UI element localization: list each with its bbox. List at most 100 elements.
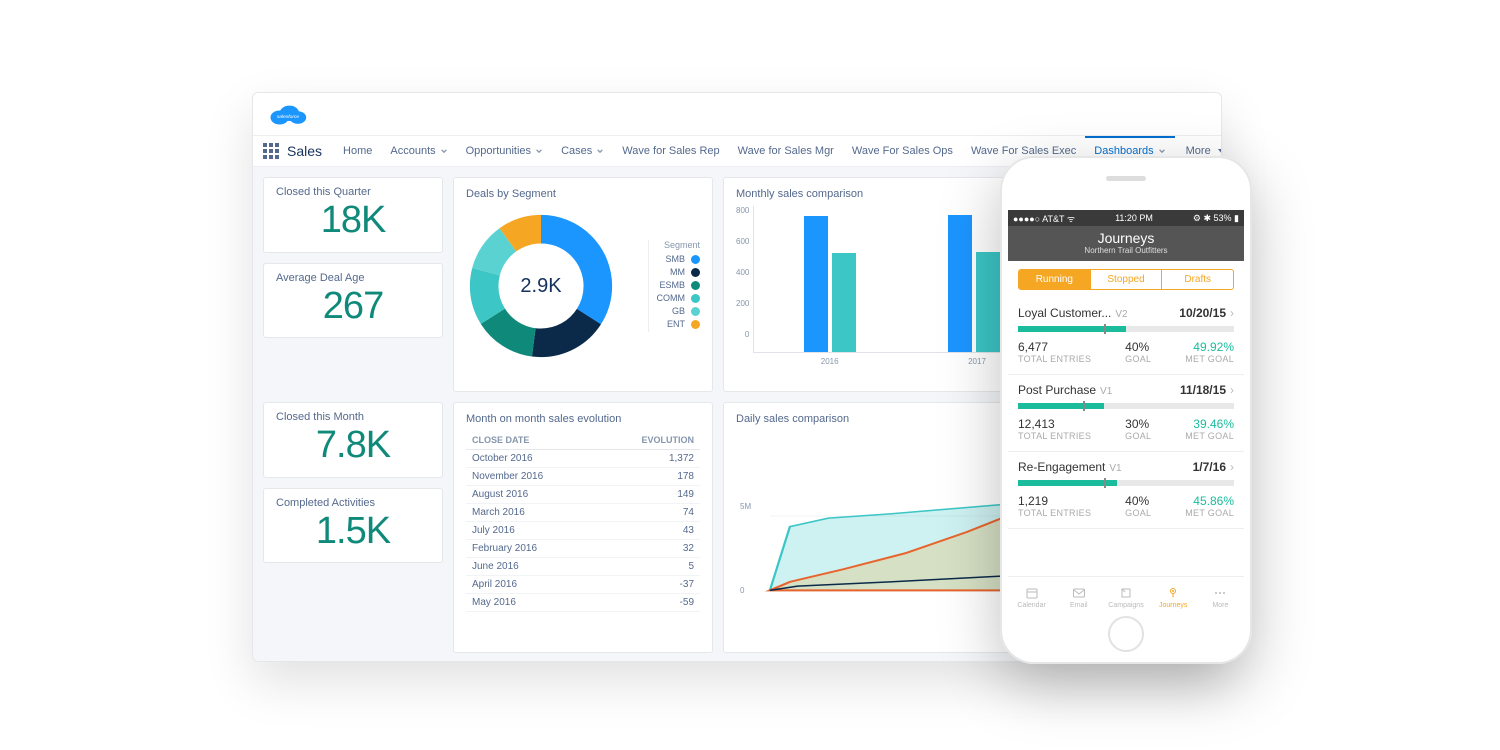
chevron-down-icon <box>440 147 448 155</box>
table-row[interactable]: July 201643 <box>466 522 700 540</box>
table-row[interactable]: October 20161,372 <box>466 450 700 468</box>
journey-name: Loyal Customer... <box>1018 306 1111 320</box>
app-name: Sales <box>287 143 322 159</box>
progress-fill <box>1018 326 1126 332</box>
legend-item[interactable]: SMB <box>657 254 701 264</box>
table-row[interactable]: June 20165 <box>466 558 700 576</box>
campaigns-icon <box>1119 586 1133 600</box>
tab-more[interactable]: More <box>1197 577 1244 618</box>
tab-calendar[interactable]: Calendar <box>1008 577 1055 618</box>
legend-item[interactable]: MM <box>657 267 701 277</box>
table-row[interactable]: November 2016178 <box>466 468 700 486</box>
legend-label: ESMB <box>659 280 685 290</box>
journeys-icon <box>1166 586 1180 600</box>
phone-header: Journeys Northern Trail Outfitters <box>1008 226 1244 261</box>
table-row[interactable]: February 201632 <box>466 540 700 558</box>
table-cell: July 2016 <box>466 522 598 540</box>
nav-item-cases[interactable]: Cases <box>552 136 613 166</box>
metric-completed-activities[interactable]: Completed Activities 1.5K <box>263 488 443 564</box>
x-tick: 2017 <box>968 357 986 366</box>
nav-item-opportunities[interactable]: Opportunities <box>457 136 552 166</box>
metric-label: Closed this Month <box>276 411 430 423</box>
tab-label: Journeys <box>1159 602 1187 609</box>
table-cell: -59 <box>598 594 700 612</box>
table-row[interactable]: May 2016-59 <box>466 594 700 612</box>
table-row[interactable]: August 2016149 <box>466 486 700 504</box>
table-row[interactable]: March 201674 <box>466 504 700 522</box>
metric-avg-deal-age[interactable]: Average Deal Age 267 <box>263 263 443 339</box>
tab-label: Calendar <box>1017 602 1045 609</box>
tab-email[interactable]: Email <box>1055 577 1102 618</box>
card-title: Month on month sales evolution <box>466 413 700 425</box>
y-tick: 600 <box>736 237 749 246</box>
segment-stopped[interactable]: Stopped <box>1090 270 1162 289</box>
bar-series-a[interactable] <box>804 216 828 352</box>
table-cell: 178 <box>598 468 700 486</box>
legend-swatch <box>691 307 700 316</box>
legend-item[interactable]: COMM <box>657 293 701 303</box>
journey-item[interactable]: Re-EngagementV11/7/16›1,219TOTAL ENTRIES… <box>1008 452 1244 529</box>
nav-item-wave-for-sales-rep[interactable]: Wave for Sales Rep <box>613 136 728 166</box>
entries-label: TOTAL ENTRIES <box>1018 508 1091 518</box>
nav-item-wave-for-sales-mgr[interactable]: Wave for Sales Mgr <box>729 136 843 166</box>
metric-value: 7.8K <box>276 423 430 469</box>
journey-item[interactable]: Post PurchaseV111/18/15›12,413TOTAL ENTR… <box>1008 375 1244 452</box>
table-cell: May 2016 <box>466 594 598 612</box>
metric-closed-quarter[interactable]: Closed this Quarter 18K <box>263 177 443 253</box>
legend-label: MM <box>670 267 685 277</box>
nav-label: Home <box>343 145 372 157</box>
table-cell: 32 <box>598 540 700 558</box>
journey-date: 11/18/15 <box>1180 383 1226 397</box>
met-value: 45.86% <box>1185 494 1234 508</box>
table-cell: 5 <box>598 558 700 576</box>
nav-label: Wave for Sales Rep <box>622 145 719 157</box>
progress-fill <box>1018 403 1104 409</box>
y-tick: 800 <box>736 206 749 215</box>
tab-journeys[interactable]: Journeys <box>1150 577 1197 618</box>
legend-item[interactable]: GB <box>657 306 701 316</box>
chevron-right-icon: › <box>1230 306 1234 320</box>
table-header[interactable]: EVOLUTION <box>598 431 700 450</box>
card-month-evolution[interactable]: Month on month sales evolution CLOSE DAT… <box>453 402 713 653</box>
nav-item-accounts[interactable]: Accounts <box>381 136 456 166</box>
legend-item[interactable]: ESMB <box>657 280 701 290</box>
tab-campaigns[interactable]: Campaigns <box>1102 577 1149 618</box>
journey-item[interactable]: Loyal Customer...V210/20/15›6,477TOTAL E… <box>1008 298 1244 375</box>
nav-item-home[interactable]: Home <box>334 136 381 166</box>
email-icon <box>1072 586 1086 600</box>
bar-group <box>948 206 1000 352</box>
x-tick: 2016 <box>821 357 839 366</box>
card-deals-by-segment[interactable]: Deals by Segment 2.9K Segment SMBMMESMBC… <box>453 177 713 392</box>
phone-screen: ●●●●○ AT&T ᯤ 11:20 PM ⚙ ✱ 53% ▮ Journeys… <box>1008 210 1244 618</box>
progress-fill <box>1018 480 1117 486</box>
legend-label: SMB <box>665 254 685 264</box>
y-tick: 0 <box>740 586 744 595</box>
progress-bar <box>1018 480 1234 486</box>
salesforce-logo: salesforce <box>267 99 309 129</box>
app-launcher-icon[interactable] <box>263 143 279 159</box>
nav-item-wave-for-sales-ops[interactable]: Wave For Sales Ops <box>843 136 962 166</box>
table-cell: 149 <box>598 486 700 504</box>
legend-label: GB <box>672 306 685 316</box>
metric-closed-month[interactable]: Closed this Month 7.8K <box>263 402 443 478</box>
bar-series-b[interactable] <box>832 253 856 352</box>
metric-label: Closed this Quarter <box>276 186 430 198</box>
phone-mockup: ●●●●○ AT&T ᯤ 11:20 PM ⚙ ✱ 53% ▮ Journeys… <box>1000 156 1252 664</box>
tab-label: Email <box>1070 602 1088 609</box>
metric-value: 267 <box>276 284 430 330</box>
legend-swatch <box>691 255 700 264</box>
goal-label: GOAL <box>1125 431 1151 441</box>
chevron-right-icon: › <box>1230 383 1234 397</box>
journey-version: V2 <box>1115 309 1127 320</box>
table-row[interactable]: April 2016-37 <box>466 576 700 594</box>
segment-drafts[interactable]: Drafts <box>1161 270 1233 289</box>
segment-running[interactable]: Running <box>1019 270 1090 289</box>
table-header[interactable]: CLOSE DATE <box>466 431 598 450</box>
table-cell: June 2016 <box>466 558 598 576</box>
entries-value: 1,219 <box>1018 494 1091 508</box>
bar-series-a[interactable] <box>948 215 972 352</box>
bar-series-b[interactable] <box>976 252 1000 352</box>
legend-item[interactable]: ENT <box>657 319 701 329</box>
progress-bar <box>1018 326 1234 332</box>
chevron-right-icon: › <box>1230 460 1234 474</box>
